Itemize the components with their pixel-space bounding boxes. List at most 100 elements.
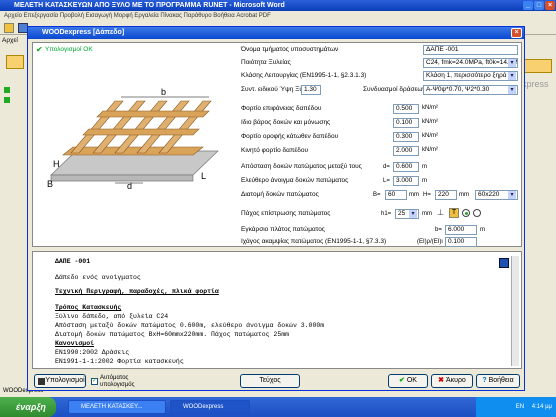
report-line: Κανονισμοί bbox=[55, 340, 95, 347]
floor-diagram: b B d L H bbox=[47, 87, 219, 191]
ok-check-icon: ✔ bbox=[399, 377, 407, 384]
report-line: EN1991-1-1:2002 Φορτία κατασκευής bbox=[55, 358, 184, 365]
specific-weight-field[interactable]: 1.30 bbox=[301, 85, 321, 95]
element-name-label: Όνομα τμήματος υποσυστημάτων bbox=[241, 46, 339, 53]
calculator-icon bbox=[38, 378, 45, 385]
width-symbol: B= bbox=[373, 192, 381, 198]
radio-option-1[interactable] bbox=[462, 209, 470, 217]
cancel-button[interactable]: ✖ Άκυρο bbox=[431, 374, 473, 388]
ok-button[interactable]: ✔ OK bbox=[388, 374, 428, 388]
length-unit: m bbox=[422, 178, 427, 184]
spacing-symbol: d= bbox=[383, 164, 390, 170]
report-line: EN1990:2002 Δράσεις bbox=[55, 349, 130, 356]
beam-height-field[interactable]: 220 bbox=[435, 190, 457, 200]
word-right-pane: xpress bbox=[520, 35, 556, 385]
combination-select[interactable]: Α-Ψ0ψ*0.70, Ψ2*0.30 bbox=[423, 85, 518, 95]
save-report-icon[interactable] bbox=[499, 258, 509, 268]
ok-check-icon: ✔ bbox=[36, 45, 43, 54]
start-button[interactable]: έναρξη bbox=[0, 397, 56, 417]
live-load-label: Κινητό φορτίο δαπέδου bbox=[241, 147, 309, 154]
service-class-label: Κλάσης Λειτουργίας (EN1995-1-1, §2.3.1.3… bbox=[241, 72, 367, 79]
roof-load-label: Φορτίο οροφής κάτωθεν δαπέδου bbox=[241, 133, 339, 140]
ruler-icon[interactable]: ⊥ bbox=[437, 208, 444, 217]
stiffness-symbol: (EI)ρ/(EI)ι bbox=[417, 239, 443, 245]
word-title: ΜΕΛΕΤΗ ΚΑΤΑΣΚΕΥΩΝ ΑΠΟ ΞΥΛΟ ΜΕ ΤΟ ΠΡΟΓΡΑΜ… bbox=[14, 2, 285, 9]
calc-status: Υπολογισμοί ΟΚ bbox=[45, 46, 93, 53]
section-select[interactable]: 60x220 bbox=[475, 190, 518, 200]
folder-icon[interactable] bbox=[4, 23, 14, 33]
beam-width-field[interactable]: 60 bbox=[385, 190, 407, 200]
word-left-tab[interactable]: Αρχεί bbox=[2, 37, 18, 44]
mm-unit: mm bbox=[459, 192, 469, 198]
span-field[interactable]: 3.000 bbox=[393, 176, 419, 186]
report-line: Απόσταση μεταξύ δοκών πατώματος 0.600m, … bbox=[55, 322, 325, 329]
stiffness-label: Ιχάγος ακαμψίας πατώματος (EN1995-1-1, §… bbox=[241, 238, 387, 245]
load-unit: kN/m² bbox=[422, 147, 438, 153]
minimize-icon[interactable]: _ bbox=[523, 1, 533, 10]
input-panel: ✔ Υπολογισμοί ΟΚ b B d L H Όνομα τμήματο… bbox=[32, 42, 522, 247]
live-load-field[interactable]: 2.000 bbox=[393, 146, 419, 156]
mm-unit: mm bbox=[409, 192, 419, 198]
roof-load-field[interactable]: 0.300 bbox=[393, 132, 419, 142]
product-label: xpress bbox=[522, 79, 549, 89]
spacing-field[interactable]: 0.600 bbox=[393, 162, 419, 172]
stiffness-field[interactable]: 0.100 bbox=[445, 237, 477, 247]
floor-width-symbol: b= bbox=[435, 227, 442, 233]
floor-width-field[interactable]: 6.000 bbox=[445, 225, 477, 235]
dialog-close-icon[interactable]: × bbox=[511, 28, 522, 38]
cancel-label: Άκυρο bbox=[445, 377, 466, 384]
word-title-bar: ΜΕΛΕΤΗ ΚΑΤΑΣΚΕΥΩΝ ΑΠΟ ΞΥΛΟ ΜΕ ΤΟ ΠΡΟΓΡΑΜ… bbox=[0, 0, 556, 11]
dialog-title-bar: WOODexpress [Δάπεδο] bbox=[28, 27, 524, 39]
beam-type-icon[interactable]: T bbox=[449, 208, 459, 218]
wood-icon[interactable] bbox=[6, 55, 24, 69]
wood-quality-label: Ποιότητα Ξυλείας bbox=[241, 59, 291, 66]
thickness-select[interactable]: 25 bbox=[395, 209, 419, 219]
report-button[interactable]: Τεύχος bbox=[240, 374, 300, 388]
spacing-label: Απόσταση δοκών πατώματος μεταξύ τους bbox=[241, 163, 362, 170]
load-unit: kN/m² bbox=[422, 105, 438, 111]
clock: 4:14 μμ bbox=[531, 404, 552, 410]
dim-b: b bbox=[161, 87, 166, 97]
dialog-title: WOODexpress [Δάπεδο] bbox=[42, 29, 125, 36]
woodexpress-dialog: WOODexpress [Δάπεδο] × ✔ Υπολογισμοί ΟΚ … bbox=[27, 26, 525, 391]
mm-unit: mm bbox=[422, 211, 432, 217]
report-line: Διατομή δοκών πατώματος BxH=60mmx220mm. … bbox=[55, 331, 290, 338]
auto-calc-label: Αυτόματος υπολογισμός bbox=[100, 375, 135, 388]
self-weight-label: Ιδιο βάρος δοκών και μόνωσης bbox=[241, 119, 331, 126]
report-pane: ΔΑΠΕ -001 Δάπεδο ενός ανοίγματος Τεχνική… bbox=[32, 251, 522, 369]
taskbar: έναρξη ΜΕΛΕΤΗ ΚΑΤΑΣΚΕΥ... WOODexpress EN… bbox=[0, 397, 556, 417]
height-symbol: H= bbox=[423, 192, 431, 198]
dim-B: B bbox=[47, 179, 53, 189]
close-icon[interactable]: × bbox=[545, 1, 555, 10]
report-line: ΔΑΠΕ -001 bbox=[55, 258, 91, 265]
combination-label: Συνδυασμοί δράσεων bbox=[363, 86, 426, 93]
taskbar-item-label: WOODexpress bbox=[183, 404, 224, 410]
calculate-button[interactable]: Υπολογισμοί bbox=[34, 374, 86, 388]
help-button[interactable]: ? Βοήθεια bbox=[476, 374, 520, 388]
wood-quality-select[interactable]: C24, fmk=24.0MPa, ft0k=14.0MP bbox=[423, 58, 518, 68]
system-tray: EN 4:14 μμ bbox=[476, 397, 556, 417]
radio-option-2[interactable] bbox=[473, 209, 481, 217]
report-scrollbar[interactable] bbox=[511, 256, 519, 366]
taskbar-item-word[interactable]: ΜΕΛΕΤΗ ΚΑΤΑΣΚΕΥ... bbox=[68, 400, 166, 414]
surface-load-field[interactable]: 0.500 bbox=[393, 104, 419, 114]
report-line: Δάπεδο ενός ανοίγματος bbox=[55, 274, 141, 281]
load-unit: kN/m² bbox=[422, 133, 438, 139]
service-class-select[interactable]: Κλάση 1, περισσότερο ξηρά bbox=[423, 71, 518, 81]
floor-width-label: Εγκάρσιο πλάτος πατώματος bbox=[241, 226, 325, 233]
language-indicator[interactable]: EN bbox=[516, 404, 524, 410]
report-line: Ξύλινο δάπεδο, από ξυλεία C24 bbox=[55, 313, 169, 320]
span-label: Ελεύθερο άνοιγμα δοκών πατώματος bbox=[241, 177, 349, 184]
dim-L: L bbox=[201, 171, 206, 181]
element-name-field[interactable]: ΔΑΠΕ -001 bbox=[423, 45, 518, 55]
auto-calc-checkbox[interactable]: ✓ bbox=[91, 378, 98, 385]
word-menu-bar[interactable]: Αρχείο Επεξεργασία Προβολή Εισαγωγή Μορφ… bbox=[0, 11, 556, 21]
self-weight-field[interactable]: 0.100 bbox=[393, 118, 419, 128]
taskbar-item-label: ΜΕΛΕΤΗ ΚΑΤΑΣΚΕΥ... bbox=[81, 404, 143, 410]
surface-load-label: Φορτίο επιφάνειας δαπέδου bbox=[241, 105, 322, 112]
thickness-label: Πάχος επίστρωσης πατώματος bbox=[241, 210, 331, 217]
load-unit: kN/m² bbox=[422, 119, 438, 125]
maximize-icon[interactable]: □ bbox=[534, 1, 544, 10]
dim-H: H bbox=[53, 159, 60, 169]
taskbar-item-woodexpress[interactable]: WOODexpress bbox=[170, 400, 250, 414]
